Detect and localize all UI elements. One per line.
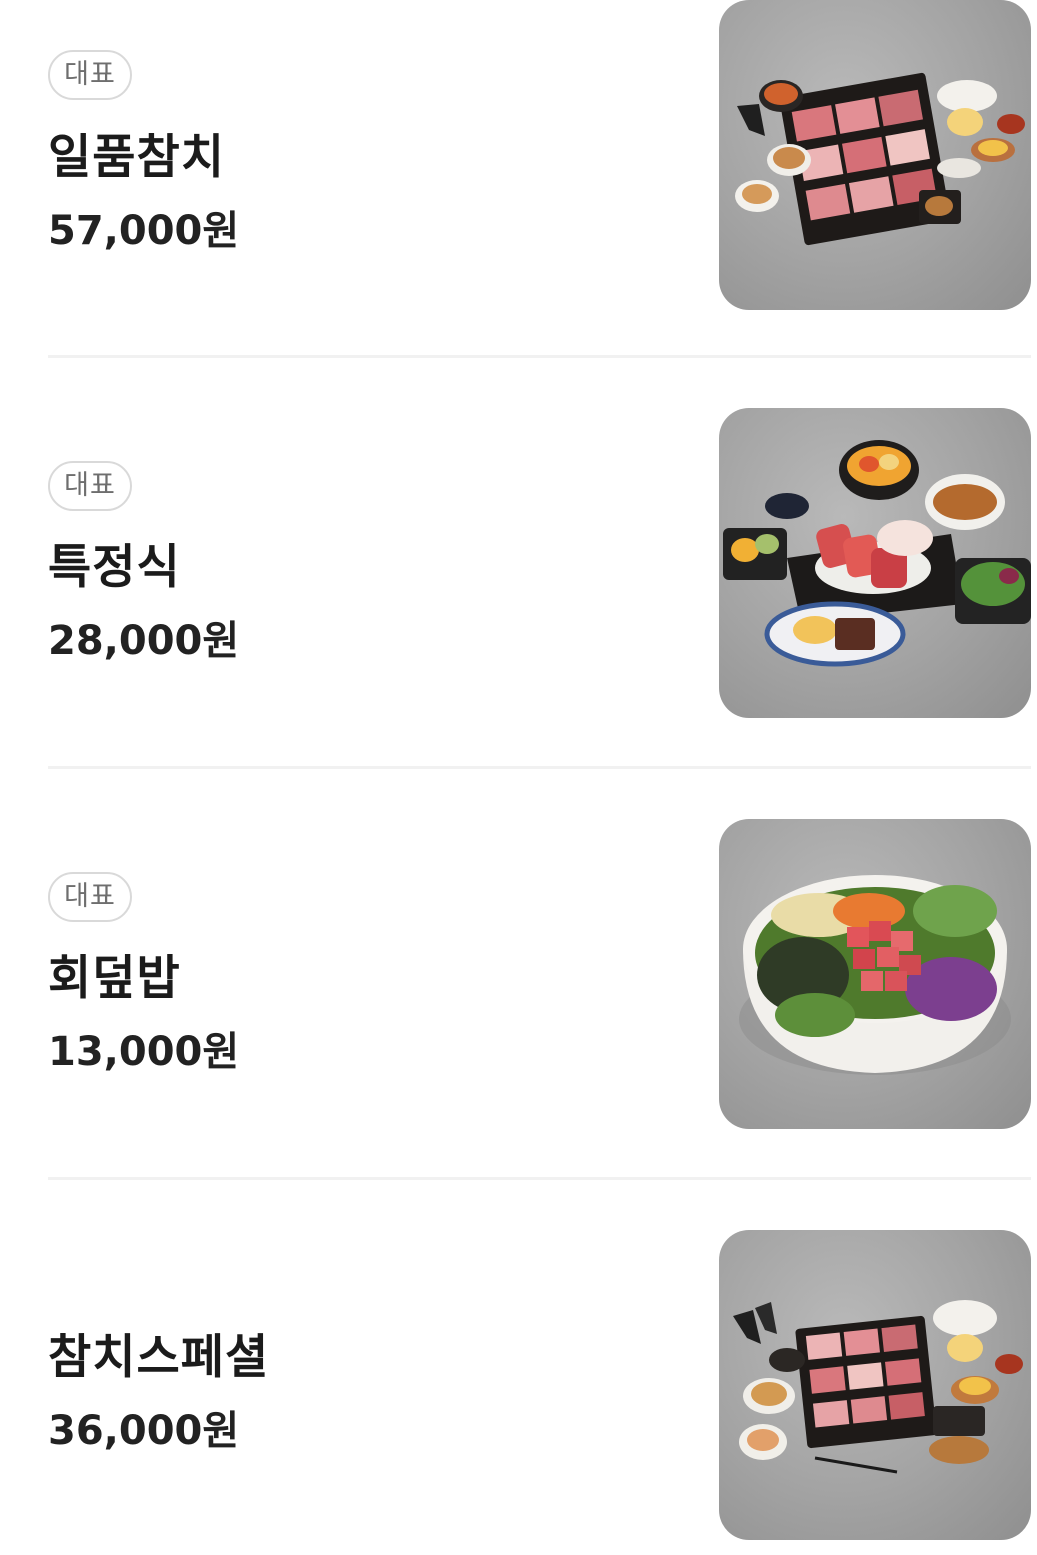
menu-item-name: 회덮밥 xyxy=(48,951,181,1006)
menu-item-1[interactable]: 대표 일품참치 57,000원 xyxy=(48,0,1031,310)
divider xyxy=(48,1177,1031,1180)
representative-badge: 대표 xyxy=(48,461,132,511)
special-set-meal-photo xyxy=(719,408,1031,718)
representative-badge: 대표 xyxy=(48,872,132,922)
menu-item-name: 특정식 xyxy=(48,540,181,595)
menu-item-name: 참치스페셜 xyxy=(48,1330,270,1385)
tuna-special-set-photo xyxy=(719,1230,1031,1540)
raw-fish-bibimbap-bowl-photo xyxy=(719,819,1031,1129)
divider xyxy=(48,355,1031,358)
menu-item-4[interactable]: 참치스페셜 36,000원 xyxy=(48,1230,1031,1540)
divider xyxy=(48,766,1031,769)
menu-item-2[interactable]: 대표 특정식 28,000원 xyxy=(48,408,1031,718)
menu-item-price: 36,000원 xyxy=(48,1408,240,1454)
menu-item-3[interactable]: 대표 회덮밥 13,000원 xyxy=(48,819,1031,1129)
menu-item-price: 57,000원 xyxy=(48,208,240,254)
menu-item-price: 13,000원 xyxy=(48,1029,240,1075)
menu-item-name: 일품참치 xyxy=(48,130,225,185)
menu-list: 대표 일품참치 57,000원 대표 특정식 28,000원 대표 회덮밥 13… xyxy=(0,0,1037,1555)
tuna-course-set-photo xyxy=(719,0,1031,310)
menu-item-price: 28,000원 xyxy=(48,618,240,664)
representative-badge: 대표 xyxy=(48,50,132,100)
